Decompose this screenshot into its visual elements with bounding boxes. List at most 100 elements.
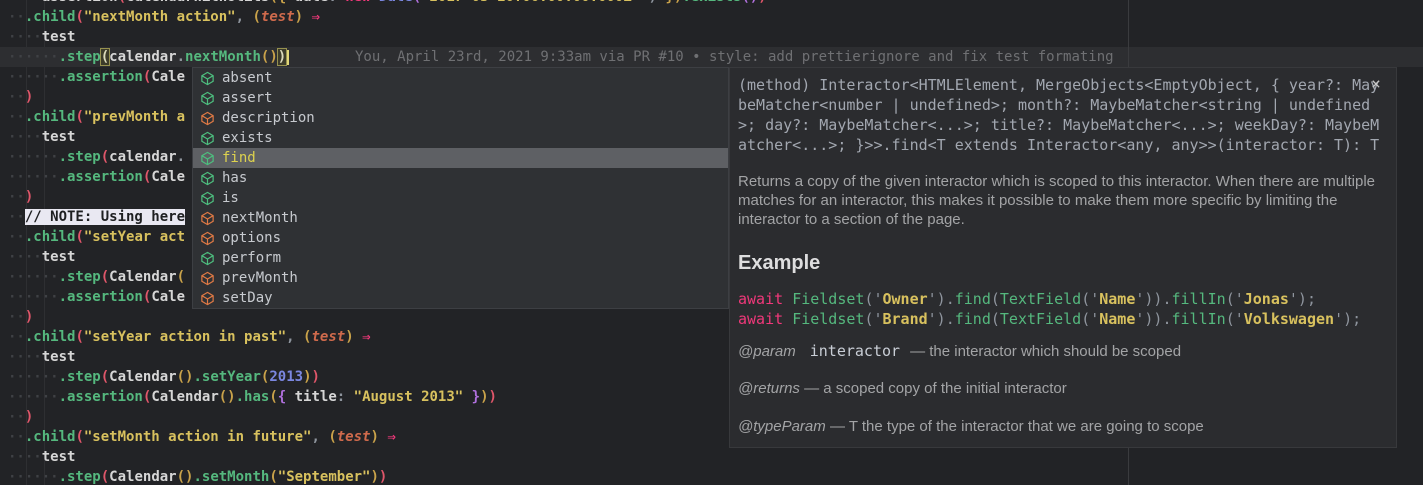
- code-token: fillIn: [1172, 310, 1226, 328]
- code-token: (: [101, 369, 109, 385]
- code-token: (): [741, 0, 758, 5]
- suggest-item-options[interactable]: options: [193, 228, 728, 248]
- code-line[interactable]: ····assertion(calendarWithUtils({ date: …: [0, 0, 1423, 7]
- code-token: "setYear action in past": [84, 329, 286, 345]
- suggest-item-exists[interactable]: exists: [193, 128, 728, 148]
- method-cube-icon: [200, 291, 215, 306]
- code-token: ): [379, 469, 387, 485]
- code-token: .step: [59, 149, 101, 165]
- code-token: ')): [1135, 310, 1162, 328]
- code-token: (: [75, 109, 83, 125]
- code-token: Calendar: [109, 469, 176, 485]
- code-token: ): [312, 369, 320, 385]
- whitespace-dots: ··: [8, 109, 25, 125]
- code-token: .child: [25, 229, 76, 245]
- code-token: nextMonth: [185, 49, 261, 65]
- code-token: test: [42, 249, 76, 265]
- method-cube-icon: [200, 251, 215, 266]
- suggest-item-assert[interactable]: assert: [193, 88, 728, 108]
- code-token: (': [1081, 290, 1099, 308]
- whitespace-dots: ··: [8, 89, 25, 105]
- code-token: (: [118, 0, 126, 5]
- method-cube-icon: [200, 71, 215, 86]
- suggest-item-perform[interactable]: perform: [193, 248, 728, 268]
- code-token: 2013: [269, 369, 303, 385]
- code-token: .step: [59, 469, 101, 485]
- code-token: (': [864, 310, 882, 328]
- code-token: Jonas: [1244, 290, 1289, 308]
- example-code-line: await Fieldset('Owner').find(TextField('…: [738, 289, 1386, 309]
- suggest-item-has[interactable]: has: [193, 168, 728, 188]
- code-token: (: [252, 9, 260, 25]
- code-token: title: [286, 389, 337, 405]
- code-token: .: [946, 310, 955, 328]
- suggest-item-absent[interactable]: absent: [193, 68, 728, 88]
- code-token: Date: [379, 0, 413, 5]
- code-line[interactable]: ······.step(Calendar().setMonth("Septemb…: [0, 467, 1423, 485]
- code-token: ): [277, 48, 287, 66]
- code-token: ): [640, 0, 665, 5]
- code-token: Owner: [883, 290, 928, 308]
- suggest-item-label: description: [222, 110, 315, 126]
- code-token: .: [1162, 310, 1171, 328]
- code-token: .assertion: [59, 289, 143, 305]
- whitespace-dots: ··: [8, 429, 25, 445]
- autocomplete-dropdown: absentassert description exists findhasisne…: [192, 67, 729, 309]
- method-cube-icon: [200, 231, 215, 246]
- code-token: .child: [25, 9, 76, 25]
- code-line[interactable]: ····test: [0, 447, 1423, 467]
- code-token: .step: [59, 269, 101, 285]
- whitespace-dots: ······: [8, 469, 59, 485]
- suggest-item-prevMonth[interactable]: prevMonth: [193, 268, 728, 288]
- code-token: :: [328, 0, 345, 5]
- whitespace-dots: ····: [8, 0, 42, 5]
- code-token: .has: [236, 389, 270, 405]
- suggest-item-nextMonth[interactable]: nextMonth: [193, 208, 728, 228]
- code-token: ({: [269, 0, 294, 5]
- code-token: .: [1162, 290, 1171, 308]
- suggest-item-is[interactable]: is: [193, 188, 728, 208]
- code-token: .setYear: [193, 369, 260, 385]
- jsdoc-tag-name: @param: [738, 343, 796, 360]
- suggest-item-setDay[interactable]: setDay: [193, 288, 728, 308]
- code-token: }: [463, 389, 480, 405]
- whitespace-dots: ··: [8, 409, 25, 425]
- jsdoc-tag-name: @returns: [738, 380, 800, 397]
- code-line[interactable]: ····test: [0, 27, 1423, 47]
- code-token: (): [177, 469, 194, 485]
- code-editor: ····assertion(calendarWithUtils({ date: …: [0, 0, 1423, 485]
- code-token: ,: [311, 429, 328, 445]
- code-token: .step: [59, 369, 101, 385]
- code-token: ⇒: [362, 329, 370, 345]
- example-code-line: await Fieldset('Brand').find(TextField('…: [738, 309, 1386, 329]
- suggest-item-label: options: [222, 230, 281, 246]
- suggest-list: absentassert description exists findhasisne…: [193, 68, 728, 308]
- code-token: ): [489, 389, 497, 405]
- code-token: calendar: [109, 149, 176, 165]
- code-token: (': [1226, 290, 1244, 308]
- code-line[interactable]: ··.child("nextMonth action", (test) ⇒: [0, 7, 1423, 27]
- code-token: Calendar: [109, 269, 176, 285]
- suggest-item-find[interactable]: find: [193, 148, 728, 168]
- code-token: ');: [1334, 310, 1361, 328]
- code-token: test: [42, 349, 76, 365]
- code-token: Fieldset: [792, 290, 864, 308]
- suggest-item-description[interactable]: description: [193, 108, 728, 128]
- code-token: ): [295, 9, 303, 25]
- code-token: (': [864, 290, 882, 308]
- suggest-item-label: exists: [222, 130, 273, 146]
- whitespace-dots: ······: [8, 269, 59, 285]
- code-token: (): [177, 369, 194, 385]
- code-token: Calendar: [109, 369, 176, 385]
- code-token: TextField: [1000, 310, 1081, 328]
- code-token: ,: [236, 9, 253, 25]
- code-token: .: [946, 290, 955, 308]
- code-token: .setMonth: [193, 469, 269, 485]
- code-line-current[interactable]: ······.step(calendar.nextMonth())You, Ap…: [0, 47, 1423, 67]
- jsdoc-tag-name: @typeParam: [738, 418, 826, 435]
- suggest-item-label: setDay: [222, 290, 273, 306]
- close-icon[interactable]: ×: [1367, 75, 1385, 93]
- example-heading: Example: [738, 250, 1386, 276]
- code-token: (: [101, 469, 109, 485]
- whitespace-dots: ······: [8, 289, 59, 305]
